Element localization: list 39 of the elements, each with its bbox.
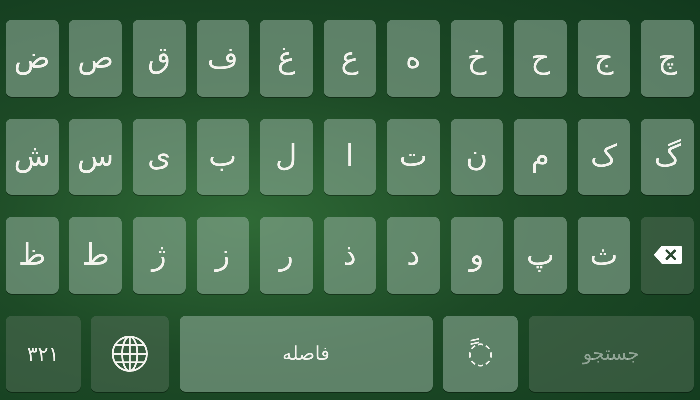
space-key[interactable]: فاصله	[180, 316, 433, 392]
letter-key[interactable]: م	[514, 118, 567, 195]
letter-key[interactable]: س	[69, 118, 122, 195]
letter-key[interactable]: ث	[578, 217, 630, 294]
letter-key[interactable]: ا	[324, 118, 376, 195]
globe-key[interactable]	[91, 316, 170, 392]
letter-key[interactable]: ل	[260, 118, 313, 195]
backspace-icon	[652, 245, 683, 266]
letter-key[interactable]: ر	[260, 217, 313, 294]
backspace-key[interactable]	[641, 217, 694, 294]
letter-key[interactable]: ع	[324, 20, 376, 96]
letter-key[interactable]: گ	[641, 118, 694, 195]
letter-key[interactable]: پ	[514, 217, 567, 294]
letter-key[interactable]: چ	[641, 20, 694, 96]
letter-key[interactable]: ق	[133, 20, 186, 96]
letter-key[interactable]: ژ	[133, 217, 186, 294]
letter-key[interactable]: ز	[196, 217, 250, 294]
letter-key[interactable]: ب	[196, 118, 250, 195]
letter-key[interactable]: خ	[450, 20, 504, 96]
letter-key[interactable]: ف	[196, 20, 250, 96]
letter-key[interactable]: ک	[578, 118, 630, 195]
letter-key[interactable]: ج	[578, 20, 630, 96]
letter-key[interactable]: ظ	[6, 217, 59, 294]
letter-key[interactable]: ط	[69, 217, 122, 294]
letter-key[interactable]: ن	[450, 118, 504, 195]
letter-key[interactable]: ت	[387, 118, 440, 195]
letter-key[interactable]: ص	[69, 20, 122, 96]
diacritic-key[interactable]: ◌ً	[443, 316, 518, 392]
letter-key[interactable]: ه	[387, 20, 440, 96]
letter-key[interactable]: و	[450, 217, 504, 294]
letter-key[interactable]: د	[387, 217, 440, 294]
letter-key[interactable]: ی	[133, 118, 186, 195]
letter-key[interactable]: ش	[6, 118, 59, 195]
globe-icon	[111, 334, 150, 373]
letter-key[interactable]: ح	[514, 20, 567, 96]
numbers-key[interactable]: ۳۲۱	[6, 316, 81, 392]
letter-key[interactable]: ذ	[324, 217, 376, 294]
letter-key[interactable]: غ	[260, 20, 313, 96]
letter-key[interactable]: ض	[6, 20, 59, 96]
